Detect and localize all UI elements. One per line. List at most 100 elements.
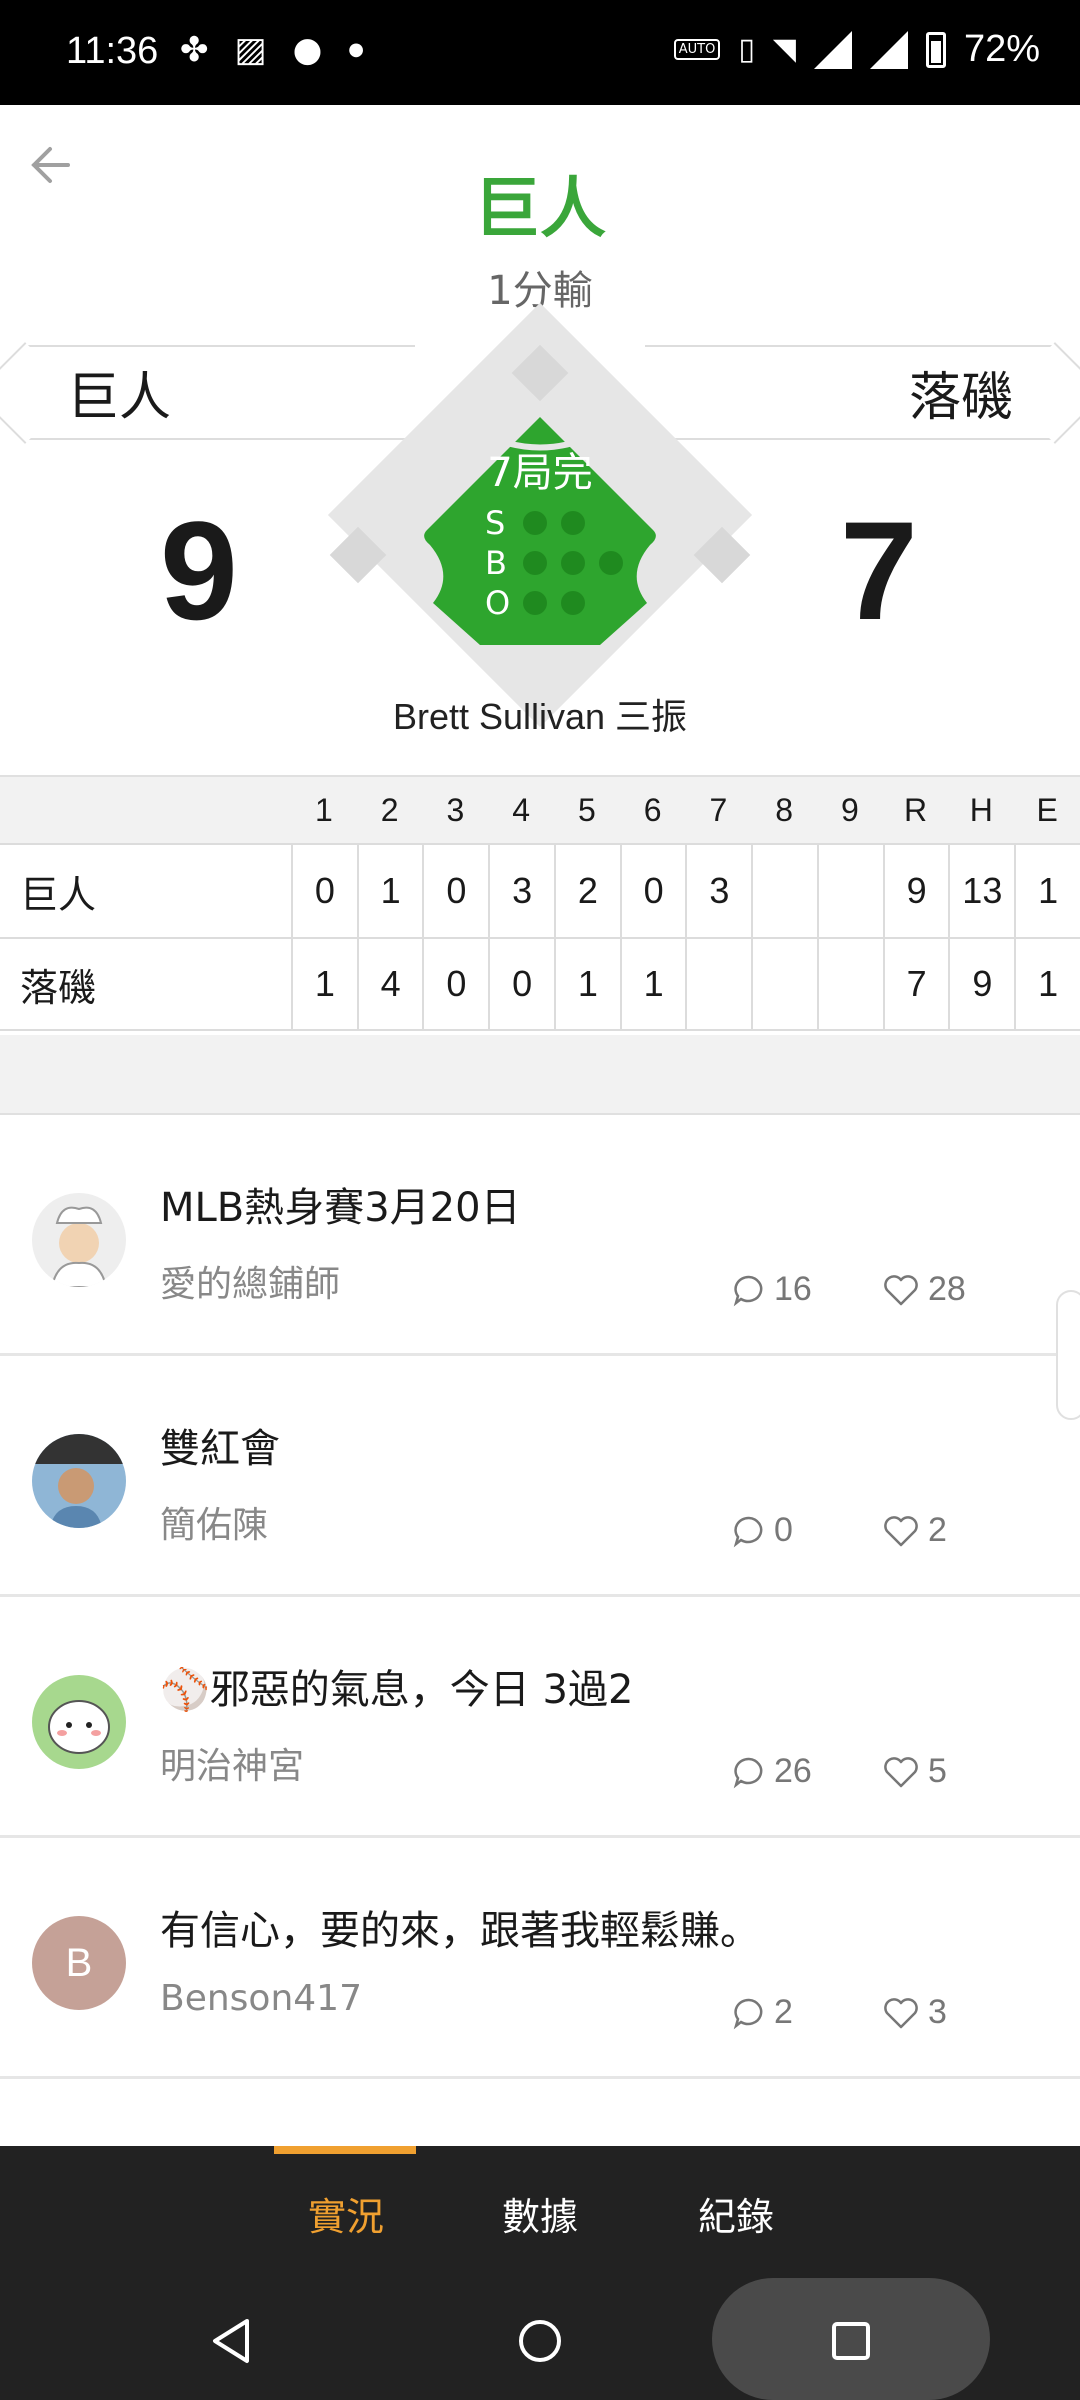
heart-icon — [884, 1997, 918, 2028]
comment-count[interactable]: 0 — [732, 1511, 793, 1550]
table-cell: 7 — [882, 939, 949, 1029]
wifi-icon: ◥ — [772, 32, 796, 67]
list-item[interactable]: MLB熱身賽3月20日 愛的總鋪師 16 28 — [0, 1115, 1080, 1356]
ball-dot — [599, 551, 623, 575]
triangle-back-icon — [213, 2319, 249, 2363]
like-count-value: 3 — [928, 1993, 947, 2031]
nav-recents-button[interactable] — [816, 2306, 886, 2376]
column-header: R — [904, 791, 928, 828]
column-header: 6 — [643, 791, 662, 828]
avatar[interactable] — [32, 1675, 126, 1769]
tab-records[interactable]: 紀錄 — [698, 2186, 774, 2241]
signal-1-icon — [813, 30, 852, 69]
table-cell: 9 — [948, 939, 1014, 1029]
post-author: 明治神宮 — [160, 1746, 305, 1787]
avatar[interactable] — [32, 1193, 126, 1287]
table-cell: 1 — [553, 939, 620, 1029]
more-notifications-icon: ● — [348, 39, 365, 60]
like-count[interactable]: 5 — [882, 1752, 947, 1791]
list-item[interactable]: B 有信心，要的來，跟著我輕鬆賺。 Benson417 2 3 — [0, 1838, 1080, 2079]
inning-status: 7局完 — [487, 450, 593, 496]
count-indicator: S B O — [485, 503, 637, 623]
hamster-avatar-icon — [48, 1700, 110, 1754]
column-header: 8 — [775, 791, 793, 828]
out-dot — [561, 591, 585, 615]
header-team-cell — [0, 777, 291, 843]
like-count[interactable]: 3 — [882, 1993, 947, 2032]
tab-stats[interactable]: 數據 — [502, 2186, 578, 2241]
table-cell — [816, 845, 883, 937]
gallery-icon: ▨ — [234, 30, 267, 70]
bottom-tab-bar: 實況 數據 紀錄 — [0, 2146, 1080, 2276]
outs-label: O — [485, 584, 511, 622]
table-cell: 0 — [290, 845, 357, 937]
like-count[interactable]: 28 — [882, 1270, 966, 1309]
heart-icon — [884, 1274, 918, 1305]
comment-count[interactable]: 16 — [732, 1270, 812, 1309]
balls-label: B — [485, 544, 507, 582]
nav-back-button[interactable] — [196, 2306, 266, 2376]
strikes-label: S — [485, 504, 506, 542]
comment-icon — [733, 1516, 763, 1547]
outs-row: O — [485, 583, 637, 623]
last-play-text: Brett Sullivan 三振 — [392, 696, 688, 737]
post-list: MLB熱身賽3月20日 愛的總鋪師 16 28 雙紅會 簡佑陳 0 2 ⚾邪惡的… — [0, 1115, 1080, 2079]
post-title: MLB熱身賽3月20日 — [160, 1185, 521, 1231]
table-cell: 0 — [422, 845, 488, 937]
comment-count-value: 0 — [774, 1511, 793, 1549]
strike-dot — [561, 511, 585, 535]
line-score-header: 1 2 3 4 5 6 7 8 9 R H E — [0, 775, 1080, 843]
like-count[interactable]: 2 — [882, 1511, 947, 1550]
list-item[interactable]: 雙紅會 簡佑陳 0 2 — [0, 1356, 1080, 1597]
comment-icon — [733, 1757, 763, 1788]
home-team-name: 落磯 — [908, 368, 1013, 428]
like-count-value: 28 — [928, 1270, 966, 1308]
circle-home-icon — [519, 2320, 561, 2362]
post-title: ⚾邪惡的氣息，今日 3過2 — [160, 1667, 634, 1713]
comment-count[interactable]: 26 — [732, 1752, 812, 1791]
tab-live[interactable]: 實況 — [308, 2186, 384, 2241]
active-tab-indicator — [274, 2146, 416, 2154]
post-title: 雙紅會 — [160, 1426, 280, 1472]
heart-icon — [884, 1756, 918, 1787]
row-team-name: 落磯 — [20, 965, 97, 1010]
page-title: 巨人 — [474, 170, 606, 247]
auto-hz-icon: AUTO — [673, 39, 721, 60]
battery-percent: 72% — [963, 28, 1040, 70]
square-recents-icon — [832, 2322, 870, 2360]
column-header: 7 — [709, 791, 728, 828]
line-app-icon: ● — [292, 30, 323, 70]
table-cell: 1 — [356, 845, 423, 937]
comment-icon — [733, 1275, 763, 1306]
list-item[interactable]: ⚾邪惡的氣息，今日 3過2 明治神宮 26 5 — [0, 1597, 1080, 1838]
column-header: 3 — [446, 791, 465, 828]
ball-dot — [523, 551, 547, 575]
status-system-icons: AUTO ▯ ◥ 72% — [673, 28, 1040, 71]
table-cell: 1 — [619, 939, 686, 1029]
column-header: 9 — [840, 791, 859, 828]
strike-dot — [523, 511, 547, 535]
nav-home-button[interactable] — [505, 2306, 575, 2376]
post-author: 愛的總鋪師 — [160, 1264, 341, 1305]
line-score-table: 1 2 3 4 5 6 7 8 9 R H E 巨人 0 1 0 3 2 0 3… — [0, 775, 1080, 1031]
table-row: 落磯 1 4 0 0 1 1 7 9 1 — [0, 937, 1080, 1031]
table-cell — [816, 939, 883, 1029]
status-notification-icons: ✤ ▨ ● ● — [180, 30, 364, 70]
comment-count-value: 16 — [774, 1270, 812, 1308]
comment-count-value: 2 — [774, 1993, 793, 2031]
chef-avatar-icon — [50, 1206, 108, 1287]
table-cell — [685, 939, 751, 1029]
row-team-name: 巨人 — [20, 872, 97, 917]
side-drawer-handle[interactable] — [1056, 1290, 1080, 1420]
balls-row: B — [485, 543, 637, 583]
avatar[interactable] — [32, 1434, 126, 1528]
table-cell: 9 — [882, 845, 949, 937]
comment-count[interactable]: 2 — [732, 1993, 793, 2032]
section-divider — [0, 1035, 1080, 1115]
away-score: 9 — [160, 492, 238, 649]
avatar[interactable]: B — [32, 1916, 126, 2010]
comment-icon — [733, 1998, 763, 2029]
table-cell — [751, 845, 817, 937]
heart-icon — [884, 1515, 918, 1546]
post-title: 有信心，要的來，跟著我輕鬆賺。 — [160, 1908, 760, 1954]
